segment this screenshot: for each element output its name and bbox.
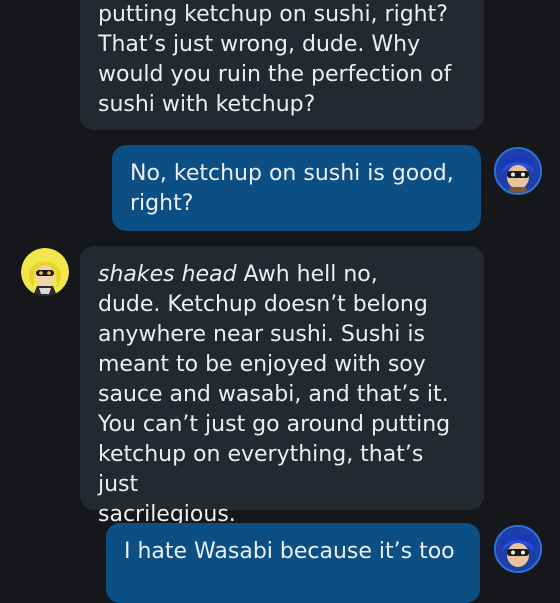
yellow-squid-character-icon[interactable] xyxy=(21,248,69,296)
message-text: putting ketchup on sushi, right? That’s … xyxy=(98,2,452,117)
user-message-bubble: No, ketchup on sushi is good, right? xyxy=(112,145,481,231)
user-message-bubble: I hate Wasabi because it’s too xyxy=(106,523,480,603)
message-body: Awh hell no, dude. Ketchup doesn’t belon… xyxy=(98,262,451,527)
bot-message-bubble: shakes head Awh hell no, dude. Ketchup d… xyxy=(80,246,484,527)
blue-squid-character-icon[interactable] xyxy=(494,147,542,195)
message-text: I hate Wasabi because it’s too xyxy=(124,539,455,564)
message-text: No, ketchup on sushi is good, right? xyxy=(130,161,454,216)
message-text: shakes head Awh hell no, dude. Ketchup d… xyxy=(98,260,466,530)
action-text: shakes head xyxy=(98,262,237,287)
blue-squid-character-icon[interactable] xyxy=(494,525,542,573)
bot-message-bubble: putting ketchup on sushi, right? That’s … xyxy=(80,0,484,130)
